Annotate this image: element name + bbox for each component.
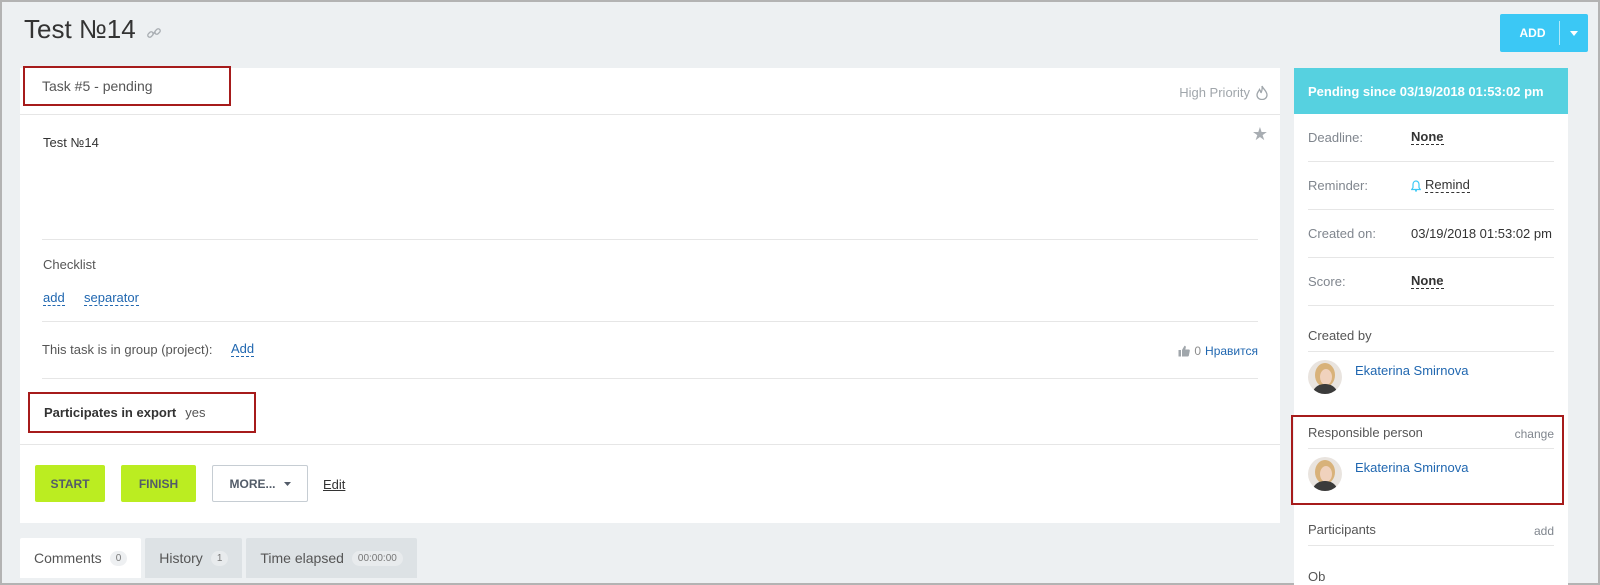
score-value[interactable]: None — [1411, 274, 1444, 289]
created-by-person: Ekaterina Smirnova — [1308, 360, 1468, 394]
flame-icon — [1256, 85, 1268, 100]
avatar[interactable] — [1308, 457, 1342, 491]
divider — [1308, 448, 1554, 449]
reminder-value: Remind — [1425, 177, 1470, 193]
task-description: Test №14 — [43, 135, 99, 150]
task-actions: START FINISH MORE... Edit — [20, 444, 1280, 523]
deadline-row: Deadline: None — [1308, 114, 1554, 162]
observers-label: Ob — [1308, 569, 1326, 584]
priority-label: High Priority — [1179, 85, 1250, 100]
reminder-label: Reminder: — [1308, 178, 1368, 193]
task-tabs: Comments 0 History 1 Time elapsed 00:00:… — [20, 538, 417, 578]
thumbs-up-icon — [1178, 345, 1191, 357]
task-status-title: Task #5 - pending — [23, 66, 231, 106]
divider — [42, 239, 1258, 240]
priority-toggle[interactable]: High Priority — [1179, 85, 1268, 100]
chevron-down-icon — [283, 481, 291, 486]
created-on-row: Created on: 03/19/2018 01:53:02 pm — [1308, 210, 1554, 258]
created-on-label: Created on: — [1308, 226, 1376, 241]
divider — [42, 321, 1258, 322]
edit-link[interactable]: Edit — [323, 477, 345, 492]
change-responsible-link[interactable]: change — [1515, 427, 1554, 441]
export-field: Participates in export yes — [28, 392, 256, 433]
task-card: Task #5 - pending High Priority ★ Test №… — [20, 66, 1280, 523]
status-header: Pending since 03/19/2018 01:53:02 pm — [1294, 68, 1568, 114]
bell-icon — [1411, 179, 1421, 192]
created-by-name[interactable]: Ekaterina Smirnova — [1355, 363, 1468, 378]
more-button[interactable]: MORE... — [212, 465, 308, 502]
participants-add-link[interactable]: add — [1534, 524, 1554, 538]
page-title: Test №14 — [24, 14, 162, 45]
reminder-row: Reminder: Remind — [1308, 162, 1554, 210]
export-label: Participates in export — [44, 405, 177, 420]
chevron-down-icon[interactable] — [1560, 30, 1588, 36]
participants-label: Participants — [1308, 522, 1376, 537]
score-label: Score: — [1308, 274, 1346, 289]
responsible-person: Ekaterina Smirnova — [1308, 457, 1468, 491]
tab-badge: 1 — [210, 550, 229, 566]
task-card-header: Task #5 - pending High Priority — [20, 66, 1280, 115]
divider — [1308, 545, 1554, 546]
add-button[interactable]: ADD — [1500, 14, 1588, 52]
tab-label: History — [159, 550, 203, 566]
created-by-label: Created by — [1308, 328, 1372, 343]
tab-history[interactable]: History 1 — [145, 538, 243, 578]
start-button[interactable]: START — [35, 465, 105, 502]
group-add-link[interactable]: Add — [231, 342, 255, 357]
tab-label: Time elapsed — [260, 550, 344, 566]
responsible-name[interactable]: Ekaterina Smirnova — [1355, 460, 1468, 475]
checklist-add-link[interactable]: add — [43, 291, 65, 306]
checklist-separator-link[interactable]: separator — [84, 291, 139, 306]
tab-badge: 0 — [109, 550, 128, 566]
like-button[interactable]: 0 Нравится — [1178, 344, 1258, 358]
deadline-label: Deadline: — [1308, 130, 1363, 145]
remind-link[interactable]: Remind — [1411, 178, 1470, 193]
task-sidebar: Pending since 03/19/2018 01:53:02 pm Dea… — [1291, 68, 1568, 585]
created-on-value: 03/19/2018 01:53:02 pm — [1411, 226, 1552, 241]
page-title-text: Test №14 — [24, 14, 136, 44]
divider — [1308, 351, 1554, 352]
export-value: yes — [185, 405, 206, 420]
group-project-label: This task is in group (project): — [42, 342, 213, 357]
responsible-label: Responsible person — [1308, 425, 1423, 440]
tab-label: Comments — [34, 550, 102, 566]
link-icon[interactable] — [146, 25, 162, 41]
likes-label: Нравится — [1205, 344, 1258, 358]
finish-button[interactable]: FINISH — [121, 465, 196, 502]
star-icon[interactable]: ★ — [1252, 124, 1268, 145]
tab-badge: 00:00:00 — [351, 550, 403, 566]
tab-comments[interactable]: Comments 0 — [20, 538, 142, 578]
divider — [42, 378, 1258, 379]
deadline-value[interactable]: None — [1411, 130, 1444, 145]
likes-count: 0 — [1194, 344, 1202, 358]
score-row: Score: None — [1308, 258, 1554, 306]
checklist-title: Checklist — [43, 257, 96, 272]
more-button-label: MORE... — [229, 476, 276, 491]
tab-time-elapsed[interactable]: Time elapsed 00:00:00 — [246, 538, 417, 578]
add-button-label: ADD — [1519, 26, 1546, 40]
avatar[interactable] — [1308, 360, 1342, 394]
